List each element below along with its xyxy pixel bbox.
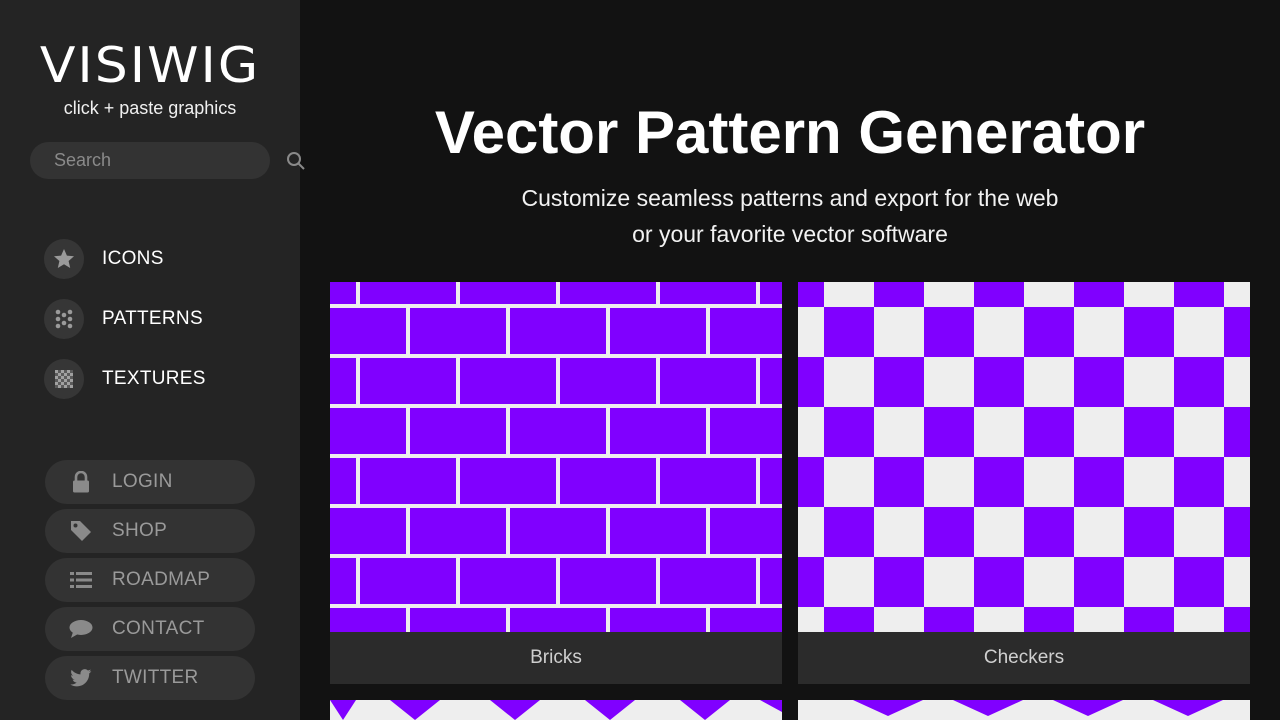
zigzag-pattern	[798, 700, 1250, 720]
pattern-card-checkers[interactable]: Checkers	[798, 282, 1250, 684]
card-label: Checkers	[983, 647, 1065, 668]
pill-label: LOGIN	[112, 471, 173, 492]
nav-label: PATTERNS	[102, 308, 203, 329]
pill-label: TWITTER	[112, 667, 199, 688]
texture-icon	[44, 359, 84, 399]
shop-button[interactable]: SHOP	[45, 509, 255, 553]
nav-item-icons[interactable]: ICONS	[44, 239, 206, 279]
nav-label: ICONS	[102, 248, 164, 269]
lock-icon	[69, 470, 93, 494]
star-icon	[44, 239, 84, 279]
chat-icon	[69, 617, 93, 641]
pattern-card-partial[interactable]	[798, 700, 1250, 720]
search-input[interactable]	[54, 150, 286, 171]
zigzag-pattern	[330, 700, 782, 720]
logo[interactable]: VISIWIG	[0, 38, 300, 95]
nav-item-textures[interactable]: TEXTURES	[44, 359, 206, 399]
list-icon	[69, 568, 93, 592]
bricks-pattern	[330, 282, 782, 632]
tag-icon	[69, 519, 93, 543]
pill-label: ROADMAP	[112, 569, 211, 590]
twitter-icon	[69, 666, 93, 690]
nav-label: TEXTURES	[102, 368, 206, 389]
pattern-card-bricks[interactable]: Bricks	[330, 282, 782, 684]
pill-label: CONTACT	[112, 618, 205, 639]
contact-button[interactable]: CONTACT	[45, 607, 255, 651]
nav-item-patterns[interactable]: PATTERNS	[44, 299, 206, 339]
roadmap-button[interactable]: ROADMAP	[45, 558, 255, 602]
tagline: click + paste graphics	[63, 98, 237, 118]
main-nav: ICONS PATTERNS TEXTURES	[44, 239, 206, 419]
login-button[interactable]: LOGIN	[45, 460, 255, 504]
page-subtitle: Customize seamless patterns and export f…	[521, 185, 1059, 247]
pill-label: SHOP	[112, 520, 168, 541]
dots-icon	[44, 299, 84, 339]
pattern-card-partial[interactable]	[330, 700, 782, 720]
sidebar: VISIWIG click + paste graphics ICONS PAT…	[0, 0, 305, 720]
main-content: Vector Pattern Generator Customize seaml…	[300, 0, 1280, 720]
checkers-pattern	[798, 282, 1250, 632]
card-label: Bricks	[530, 647, 582, 668]
page-title: Vector Pattern Generator	[434, 99, 1146, 166]
twitter-button[interactable]: TWITTER	[45, 656, 255, 700]
search-box[interactable]	[30, 142, 305, 179]
secondary-links: LOGIN SHOP ROADMAP CONTACT TWITTER	[45, 460, 255, 705]
